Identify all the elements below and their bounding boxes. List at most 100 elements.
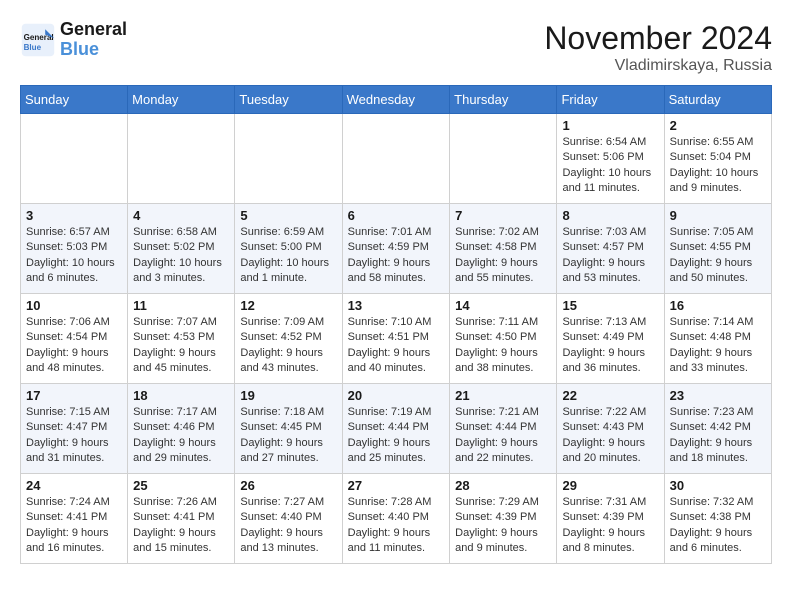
weekday-saturday: Saturday xyxy=(664,86,771,114)
day-cell xyxy=(342,114,450,204)
day-number: 30 xyxy=(670,478,766,493)
day-cell: 22 Sunrise: 7:22 AM Sunset: 4:43 PM Dayli… xyxy=(557,384,664,474)
logo: General Blue GeneralBlue xyxy=(20,20,127,60)
title-block: November 2024 Vladimirskaya, Russia xyxy=(544,20,772,75)
weekday-friday: Friday xyxy=(557,86,664,114)
day-info: Sunrise: 7:29 AM Sunset: 4:39 PM Dayligh… xyxy=(455,495,551,557)
day-cell: 29 Sunrise: 7:31 AM Sunset: 4:39 PM Dayli… xyxy=(557,474,664,564)
day-cell: 20 Sunrise: 7:19 AM Sunset: 4:44 PM Dayli… xyxy=(342,384,450,474)
day-number: 12 xyxy=(240,298,336,313)
day-number: 29 xyxy=(562,478,658,493)
day-number: 1 xyxy=(562,118,658,133)
day-info: Sunrise: 6:58 AM Sunset: 5:02 PM Dayligh… xyxy=(133,225,229,287)
day-cell: 15 Sunrise: 7:13 AM Sunset: 4:49 PM Dayli… xyxy=(557,294,664,384)
calendar-body: 1 Sunrise: 6:54 AM Sunset: 5:06 PM Daylig… xyxy=(21,114,772,564)
day-number: 6 xyxy=(348,208,445,223)
day-cell xyxy=(450,114,557,204)
day-cell: 2Sunrise: 6:55 AM Sunset: 5:04 PM Daylig… xyxy=(664,114,771,204)
day-cell: 8 Sunrise: 7:03 AM Sunset: 4:57 PM Daylig… xyxy=(557,204,664,294)
day-cell: 1 Sunrise: 6:54 AM Sunset: 5:06 PM Daylig… xyxy=(557,114,664,204)
day-cell: 3 Sunrise: 6:57 AM Sunset: 5:03 PM Daylig… xyxy=(21,204,128,294)
week-row-1: 1 Sunrise: 6:54 AM Sunset: 5:06 PM Daylig… xyxy=(21,114,772,204)
weekday-header-row: SundayMondayTuesdayWednesdayThursdayFrid… xyxy=(21,86,772,114)
day-cell: 19Sunrise: 7:18 AM Sunset: 4:45 PM Dayli… xyxy=(235,384,342,474)
day-info: Sunrise: 7:10 AM Sunset: 4:51 PM Dayligh… xyxy=(348,315,445,377)
day-info: Sunrise: 7:17 AM Sunset: 4:46 PM Dayligh… xyxy=(133,405,229,467)
day-info: Sunrise: 7:26 AM Sunset: 4:41 PM Dayligh… xyxy=(133,495,229,557)
day-info: Sunrise: 7:22 AM Sunset: 4:43 PM Dayligh… xyxy=(562,405,658,467)
day-cell: 28 Sunrise: 7:29 AM Sunset: 4:39 PM Dayli… xyxy=(450,474,557,564)
weekday-monday: Monday xyxy=(128,86,235,114)
day-cell: 24 Sunrise: 7:24 AM Sunset: 4:41 PM Dayli… xyxy=(21,474,128,564)
day-info: Sunrise: 6:54 AM Sunset: 5:06 PM Dayligh… xyxy=(562,135,658,197)
weekday-tuesday: Tuesday xyxy=(235,86,342,114)
day-cell: 25 Sunrise: 7:26 AM Sunset: 4:41 PM Dayli… xyxy=(128,474,235,564)
week-row-3: 10Sunrise: 7:06 AM Sunset: 4:54 PM Dayli… xyxy=(21,294,772,384)
day-info: Sunrise: 7:05 AM Sunset: 4:55 PM Dayligh… xyxy=(670,225,766,287)
day-cell: 14 Sunrise: 7:11 AM Sunset: 4:50 PM Dayli… xyxy=(450,294,557,384)
calendar: SundayMondayTuesdayWednesdayThursdayFrid… xyxy=(20,85,772,564)
day-number: 11 xyxy=(133,298,229,313)
day-cell: 30 Sunrise: 7:32 AM Sunset: 4:38 PM Dayli… xyxy=(664,474,771,564)
day-number: 22 xyxy=(562,388,658,403)
day-number: 16 xyxy=(670,298,766,313)
day-cell: 21Sunrise: 7:21 AM Sunset: 4:44 PM Dayli… xyxy=(450,384,557,474)
day-cell: 9Sunrise: 7:05 AM Sunset: 4:55 PM Daylig… xyxy=(664,204,771,294)
day-number: 15 xyxy=(562,298,658,313)
day-info: Sunrise: 7:31 AM Sunset: 4:39 PM Dayligh… xyxy=(562,495,658,557)
day-info: Sunrise: 7:09 AM Sunset: 4:52 PM Dayligh… xyxy=(240,315,336,377)
day-number: 26 xyxy=(240,478,336,493)
svg-text:Blue: Blue xyxy=(24,43,42,52)
day-number: 3 xyxy=(26,208,122,223)
day-number: 24 xyxy=(26,478,122,493)
day-info: Sunrise: 6:57 AM Sunset: 5:03 PM Dayligh… xyxy=(26,225,122,287)
day-number: 14 xyxy=(455,298,551,313)
day-info: Sunrise: 7:03 AM Sunset: 4:57 PM Dayligh… xyxy=(562,225,658,287)
day-number: 5 xyxy=(240,208,336,223)
day-info: Sunrise: 7:32 AM Sunset: 4:38 PM Dayligh… xyxy=(670,495,766,557)
week-row-4: 17 Sunrise: 7:15 AM Sunset: 4:47 PM Dayli… xyxy=(21,384,772,474)
day-number: 25 xyxy=(133,478,229,493)
day-info: Sunrise: 7:02 AM Sunset: 4:58 PM Dayligh… xyxy=(455,225,551,287)
day-number: 8 xyxy=(562,208,658,223)
day-info: Sunrise: 7:18 AM Sunset: 4:45 PM Dayligh… xyxy=(240,405,336,467)
day-info: Sunrise: 6:55 AM Sunset: 5:04 PM Dayligh… xyxy=(670,135,766,197)
week-row-2: 3 Sunrise: 6:57 AM Sunset: 5:03 PM Daylig… xyxy=(21,204,772,294)
day-number: 28 xyxy=(455,478,551,493)
day-info: Sunrise: 7:01 AM Sunset: 4:59 PM Dayligh… xyxy=(348,225,445,287)
day-info: Sunrise: 7:15 AM Sunset: 4:47 PM Dayligh… xyxy=(26,405,122,467)
day-info: Sunrise: 7:07 AM Sunset: 4:53 PM Dayligh… xyxy=(133,315,229,377)
day-cell xyxy=(128,114,235,204)
day-cell: 10Sunrise: 7:06 AM Sunset: 4:54 PM Dayli… xyxy=(21,294,128,384)
page-header: General Blue GeneralBlue November 2024 V… xyxy=(20,20,772,75)
day-number: 10 xyxy=(26,298,122,313)
day-cell: 5Sunrise: 6:59 AM Sunset: 5:00 PM Daylig… xyxy=(235,204,342,294)
day-info: Sunrise: 7:27 AM Sunset: 4:40 PM Dayligh… xyxy=(240,495,336,557)
day-info: Sunrise: 7:11 AM Sunset: 4:50 PM Dayligh… xyxy=(455,315,551,377)
day-cell: 12 Sunrise: 7:09 AM Sunset: 4:52 PM Dayli… xyxy=(235,294,342,384)
week-row-5: 24 Sunrise: 7:24 AM Sunset: 4:41 PM Dayli… xyxy=(21,474,772,564)
day-number: 4 xyxy=(133,208,229,223)
day-info: Sunrise: 7:24 AM Sunset: 4:41 PM Dayligh… xyxy=(26,495,122,557)
weekday-sunday: Sunday xyxy=(21,86,128,114)
day-info: Sunrise: 7:13 AM Sunset: 4:49 PM Dayligh… xyxy=(562,315,658,377)
day-number: 20 xyxy=(348,388,445,403)
weekday-wednesday: Wednesday xyxy=(342,86,450,114)
location-title: Vladimirskaya, Russia xyxy=(544,57,772,75)
day-number: 18 xyxy=(133,388,229,403)
weekday-thursday: Thursday xyxy=(450,86,557,114)
month-title: November 2024 xyxy=(544,20,772,57)
day-info: Sunrise: 7:19 AM Sunset: 4:44 PM Dayligh… xyxy=(348,405,445,467)
day-cell: 27Sunrise: 7:28 AM Sunset: 4:40 PM Dayli… xyxy=(342,474,450,564)
day-number: 17 xyxy=(26,388,122,403)
day-cell: 16 Sunrise: 7:14 AM Sunset: 4:48 PM Dayli… xyxy=(664,294,771,384)
day-info: Sunrise: 7:14 AM Sunset: 4:48 PM Dayligh… xyxy=(670,315,766,377)
day-cell: 23Sunrise: 7:23 AM Sunset: 4:42 PM Dayli… xyxy=(664,384,771,474)
day-cell: 11 Sunrise: 7:07 AM Sunset: 4:53 PM Dayli… xyxy=(128,294,235,384)
day-info: Sunrise: 7:21 AM Sunset: 4:44 PM Dayligh… xyxy=(455,405,551,467)
day-cell: 13Sunrise: 7:10 AM Sunset: 4:51 PM Dayli… xyxy=(342,294,450,384)
day-cell: 26 Sunrise: 7:27 AM Sunset: 4:40 PM Dayli… xyxy=(235,474,342,564)
day-cell: 7Sunrise: 7:02 AM Sunset: 4:58 PM Daylig… xyxy=(450,204,557,294)
day-cell: 18 Sunrise: 7:17 AM Sunset: 4:46 PM Dayli… xyxy=(128,384,235,474)
day-cell: 4 Sunrise: 6:58 AM Sunset: 5:02 PM Daylig… xyxy=(128,204,235,294)
